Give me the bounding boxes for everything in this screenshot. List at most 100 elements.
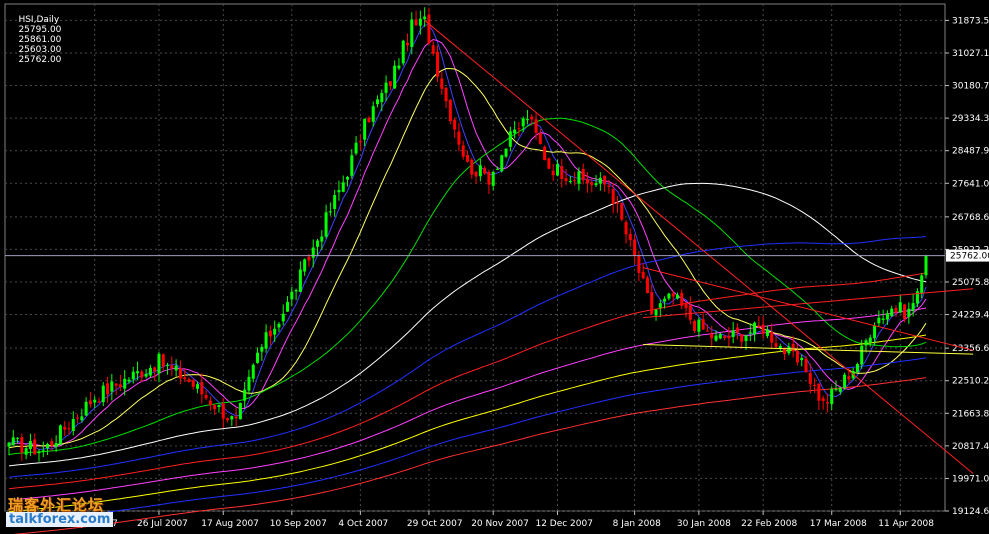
candle-bull [744, 335, 748, 342]
candle-bull [251, 364, 255, 379]
candle-bull [320, 236, 324, 242]
candle-bull [885, 313, 889, 320]
candle-bull [898, 302, 902, 313]
candle-bull [881, 318, 885, 320]
candle-bear [63, 426, 67, 430]
candle-bear [358, 141, 362, 143]
candle-bull [217, 404, 221, 408]
y-tick-label: 19971.00 [952, 474, 989, 484]
candle-bear [118, 384, 122, 388]
candle-bull [380, 93, 384, 103]
price-chart[interactable]: 31873.50 31027.10 30180.70 29334.30 28487.90… [0, 0, 989, 534]
candle-bear [615, 202, 619, 204]
candle-bull [675, 294, 679, 299]
candle-bear [693, 320, 697, 332]
candle-bear [114, 383, 118, 386]
candle-bull [423, 16, 427, 20]
candle-bear [641, 271, 645, 279]
candle-bear [607, 185, 611, 187]
candle-bull [350, 155, 354, 176]
candle-bull [80, 416, 84, 421]
candle-bull [290, 291, 294, 300]
chart-window[interactable]: 31873.50 31027.10 30180.70 29334.30 28487.90… [0, 0, 989, 534]
candle-bear [740, 334, 744, 342]
candle-bear [821, 398, 825, 402]
y-tick-label: 23356.60 [952, 344, 989, 354]
y-tick-label: 25075.85 [952, 278, 989, 288]
candle-bull [166, 364, 170, 366]
candle-bull [363, 118, 367, 140]
y-tick-label: 19124.60 [952, 507, 989, 517]
candle-bear [590, 182, 594, 186]
candle-bull [148, 367, 152, 376]
candle-bull [864, 340, 868, 346]
candle-bear [234, 416, 238, 419]
candle-bull [346, 176, 350, 180]
candle-bear [808, 372, 812, 385]
candle-bear [585, 179, 589, 184]
candle-bull [397, 65, 401, 69]
candle-bear [221, 403, 225, 419]
candle-bear [847, 376, 851, 380]
candle-bull [337, 190, 341, 193]
candle-bear [534, 119, 538, 133]
candle-bear [474, 171, 478, 177]
candle-bear [560, 166, 564, 179]
candle-bear [427, 14, 431, 44]
candle-bull [907, 308, 911, 317]
candle-bull [667, 293, 671, 299]
candle-bear [804, 358, 808, 373]
candle-bear [573, 180, 577, 182]
x-tick-label: 4 Oct 2007 [338, 519, 388, 529]
x-tick-label: 26 Jul 2007 [137, 519, 188, 529]
candle-bear [431, 45, 435, 54]
candle-bull [508, 131, 512, 147]
candle-bear [791, 343, 795, 352]
candle-bull [911, 303, 915, 311]
candle-bull [324, 212, 328, 237]
candle-bull [658, 303, 662, 308]
candle-bear [774, 343, 778, 347]
y-tick-label: 28487.90 [952, 147, 989, 157]
ma-100-line [8, 182, 927, 467]
candle-bear [564, 178, 568, 182]
candle-bull [418, 18, 422, 26]
candle-bear [817, 383, 821, 401]
candle-bull [787, 346, 791, 354]
candle-bear [88, 400, 92, 405]
ma-300-line [8, 334, 927, 513]
candle-bull [753, 322, 757, 335]
candle-bull [37, 451, 41, 454]
x-tick-label: 12 Dec 2007 [535, 519, 593, 529]
candle-bull [697, 319, 701, 332]
candle-bull [311, 247, 315, 258]
candle-bear [226, 418, 230, 421]
candle-bull [873, 325, 877, 339]
candle-bull [924, 255, 928, 276]
candle-bull [93, 399, 97, 403]
candle-bear [770, 331, 774, 343]
candle-bull [594, 183, 598, 186]
candle-bear [307, 256, 311, 261]
candle-bull [478, 165, 482, 177]
candle-bull [24, 448, 28, 455]
candle-bear [183, 377, 187, 380]
candle-bear [97, 401, 101, 403]
y-tick-label: 24229.45 [952, 311, 989, 321]
candle-bull [568, 181, 572, 183]
candle-bear [187, 379, 191, 382]
candle-bear [757, 325, 761, 327]
candle-bull [136, 371, 140, 374]
candle-bear [140, 371, 144, 378]
y-tick-label: 27641.05 [952, 179, 989, 189]
watermark-logo: 瑞客外汇论坛 talkforex.com [6, 494, 122, 530]
candle-bear [633, 239, 637, 256]
open-value: 25795.00 [18, 25, 62, 35]
candle-bull [393, 65, 397, 89]
candle-bull [748, 332, 752, 334]
candle-bear [581, 168, 585, 181]
candle-bear [204, 395, 208, 399]
candle-bear [701, 319, 705, 330]
candle-bear [50, 441, 54, 446]
candle-bear [795, 350, 799, 363]
